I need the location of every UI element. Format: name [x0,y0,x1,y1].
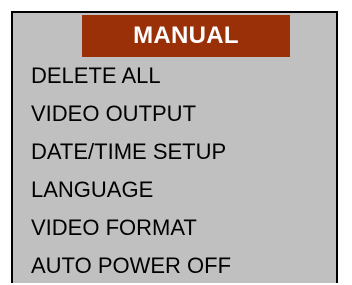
manual-menu-panel: MANUAL DELETE ALL VIDEO OUTPUT DATE/TIME… [11,11,338,283]
menu-item-video-output[interactable]: VIDEO OUTPUT [31,95,231,133]
menu-item-language[interactable]: LANGUAGE [31,171,231,209]
menu-item-video-format[interactable]: VIDEO FORMAT [31,209,231,247]
menu-item-date-time-setup[interactable]: DATE/TIME SETUP [31,133,231,171]
menu-list: DELETE ALL VIDEO OUTPUT DATE/TIME SETUP … [31,57,231,285]
menu-title: MANUAL [82,15,290,57]
menu-item-delete-all[interactable]: DELETE ALL [31,57,231,95]
menu-item-auto-power-off[interactable]: AUTO POWER OFF [31,247,231,285]
